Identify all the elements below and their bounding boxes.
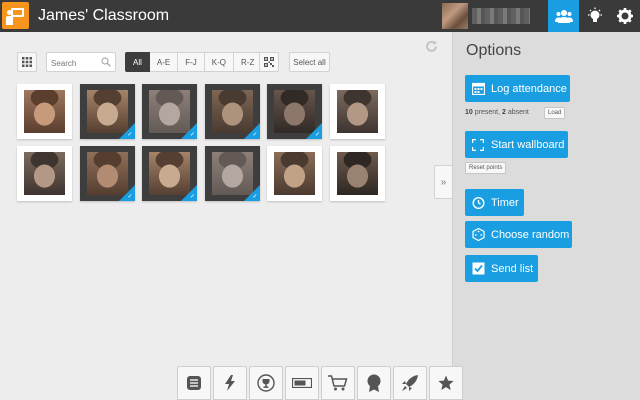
load-attendance-button[interactable]: Load [544,107,566,119]
collapse-options-button[interactable]: » [434,165,452,199]
badge-icon [367,374,381,392]
student-avatar [24,90,65,133]
log-attendance-label: Log attendance [491,82,567,95]
calendar-icon [471,82,485,96]
check-icon: ✓ [252,132,258,138]
rocket-icon [402,375,418,391]
avatar[interactable] [442,3,468,29]
check-icon: ✓ [127,132,133,138]
check-icon: ✓ [189,194,195,200]
checkbox-icon [471,262,485,276]
chevron-right-icon: » [440,176,447,188]
student-card[interactable]: ✓ [79,146,135,201]
absent-text: absent [505,109,529,116]
star-icon [438,375,454,390]
progress-bar-icon [292,378,312,388]
choose-random-button[interactable]: Choose random [465,221,572,248]
whiteboard-logo-icon[interactable] [2,2,29,29]
filter-f-j[interactable]: F-J [178,52,205,72]
dock-star-button[interactable] [429,366,463,400]
check-icon: ✓ [127,194,133,200]
qr-code-button[interactable] [259,52,279,72]
dock-rocket-button[interactable] [393,366,427,400]
options-panel: Options Log attendance 10 present, 2 abs… [452,32,640,400]
student-card[interactable] [329,146,385,201]
student-card[interactable] [17,84,72,139]
fullscreen-icon [471,138,485,152]
dock-lightning-button[interactable] [213,366,247,400]
cart-icon [328,375,348,391]
lightning-icon [225,375,235,391]
present-count: 10 [465,109,473,116]
search-box[interactable] [46,52,116,73]
check-icon: ✓ [252,194,258,200]
student-avatar [336,152,378,195]
refresh-icon[interactable] [425,40,438,53]
dock-badge-button[interactable] [357,366,391,400]
lightbulb-icon [587,7,602,22]
dock-cart-button[interactable] [321,366,355,400]
dock-list-button[interactable] [177,366,211,400]
search-input[interactable] [47,54,99,73]
student-avatar [274,152,315,195]
check-icon: ✓ [189,132,195,138]
student-avatar [24,152,65,195]
log-attendance-button[interactable]: Log attendance [465,75,570,102]
select-all-button[interactable]: Select all [289,52,330,72]
present-text: present, [472,109,502,116]
options-title: Options [466,42,522,59]
gear-icon [616,8,633,24]
timer-button[interactable]: Timer [465,189,524,216]
student-card[interactable]: ✓ [267,84,322,139]
student-avatar [336,90,378,133]
filter-a-e[interactable]: A-E [149,52,179,72]
ideas-button[interactable] [579,0,610,32]
grid-icon [22,57,32,67]
classroom-title: James' Classroom [38,7,170,24]
student-card[interactable]: ✓ [204,146,260,201]
student-card[interactable]: ✓ [204,84,260,139]
search-icon [101,57,111,67]
attendance-summary: 10 present, 2 absent [465,109,529,116]
trophy-icon [257,374,275,392]
alphabet-filter: All A-E F-J K-Q R-Z [125,52,263,72]
timer-icon [471,196,485,210]
send-list-button[interactable]: Send list [465,255,538,282]
dice-icon [471,228,485,242]
top-bar: James' Classroom [0,0,640,32]
student-card[interactable] [329,84,385,139]
student-card[interactable]: ✓ [79,84,135,139]
student-card[interactable] [267,146,322,201]
start-wallboard-button[interactable]: Start wallboard [465,131,568,158]
grid-view-button[interactable] [17,52,37,72]
students-icon [554,10,573,23]
filter-k-q[interactable]: K-Q [204,52,235,72]
settings-button[interactable] [609,0,640,32]
user-name-redacted[interactable] [472,8,530,24]
dock-progress-button[interactable] [285,366,319,400]
students-button[interactable] [548,0,579,32]
list-icon [187,376,201,390]
filter-all[interactable]: All [125,52,150,72]
student-card[interactable] [17,146,72,201]
reset-points-button[interactable]: Reset points [465,162,507,174]
choose-random-label: Choose random [491,228,570,241]
dock-trophy-button[interactable] [249,366,283,400]
timer-label: Timer [491,196,519,209]
student-card[interactable]: ✓ [142,84,197,139]
main-panel: All A-E F-J K-Q R-Z Select all ✓ ✓ ✓ ✓ ✓ ✓ ✓ » [0,32,452,400]
check-icon: ✓ [314,132,320,138]
qr-code-icon [264,57,274,67]
send-list-label: Send list [491,262,534,275]
bottom-dock [177,366,465,400]
start-wallboard-label: Start wallboard [491,138,565,151]
student-card[interactable]: ✓ [142,146,197,201]
